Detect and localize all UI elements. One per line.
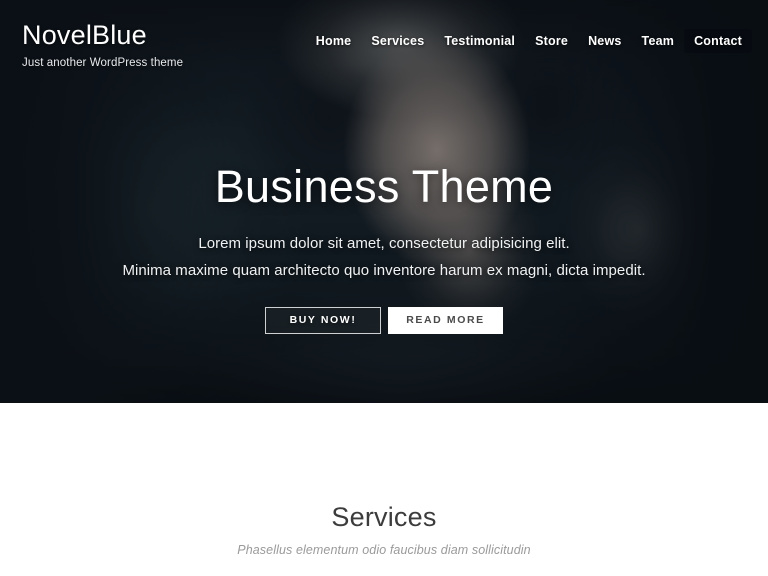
nav-item-store[interactable]: Store	[525, 29, 578, 53]
nav-item-testimonial[interactable]: Testimonial	[434, 29, 525, 53]
services-title: Services	[331, 502, 437, 532]
hero-subtitle-line-2: Minima maxime quam architecto quo invent…	[122, 261, 646, 279]
nav-item-contact[interactable]: Contact	[684, 29, 752, 53]
page-root: NovelBlue Just another WordPress theme H…	[0, 0, 768, 576]
main-navigation[interactable]: Home Services Testimonial Store News Tea…	[306, 29, 752, 53]
nav-item-team[interactable]: Team	[632, 29, 685, 53]
services-section: Services Phasellus elementum odio faucib…	[0, 403, 768, 576]
nav-item-services[interactable]: Services	[361, 29, 434, 53]
services-subtitle: Phasellus elementum odio faucibus diam s…	[237, 543, 531, 557]
nav-item-news[interactable]: News	[578, 29, 631, 53]
hero-subtitle-line-1: Lorem ipsum dolor sit amet, consectetur …	[198, 235, 570, 253]
hero-title: Business Theme	[214, 161, 554, 212]
hero-cta-group: BUY NOW! READ MORE	[0, 306, 768, 334]
hero-subtitle: Lorem ipsum dolor sit amet, consectetur …	[0, 231, 768, 284]
hero-content: Business Theme Lorem ipsum dolor sit ame…	[0, 163, 768, 334]
site-tagline: Just another WordPress theme	[22, 56, 184, 69]
site-branding[interactable]: NovelBlue Just another WordPress theme	[22, 20, 184, 69]
read-more-button[interactable]: READ MORE	[388, 306, 503, 334]
hero-section: NovelBlue Just another WordPress theme H…	[0, 0, 768, 403]
nav-item-home[interactable]: Home	[306, 29, 362, 53]
site-title[interactable]: NovelBlue	[22, 20, 183, 51]
buy-now-button[interactable]: BUY NOW!	[265, 306, 381, 334]
